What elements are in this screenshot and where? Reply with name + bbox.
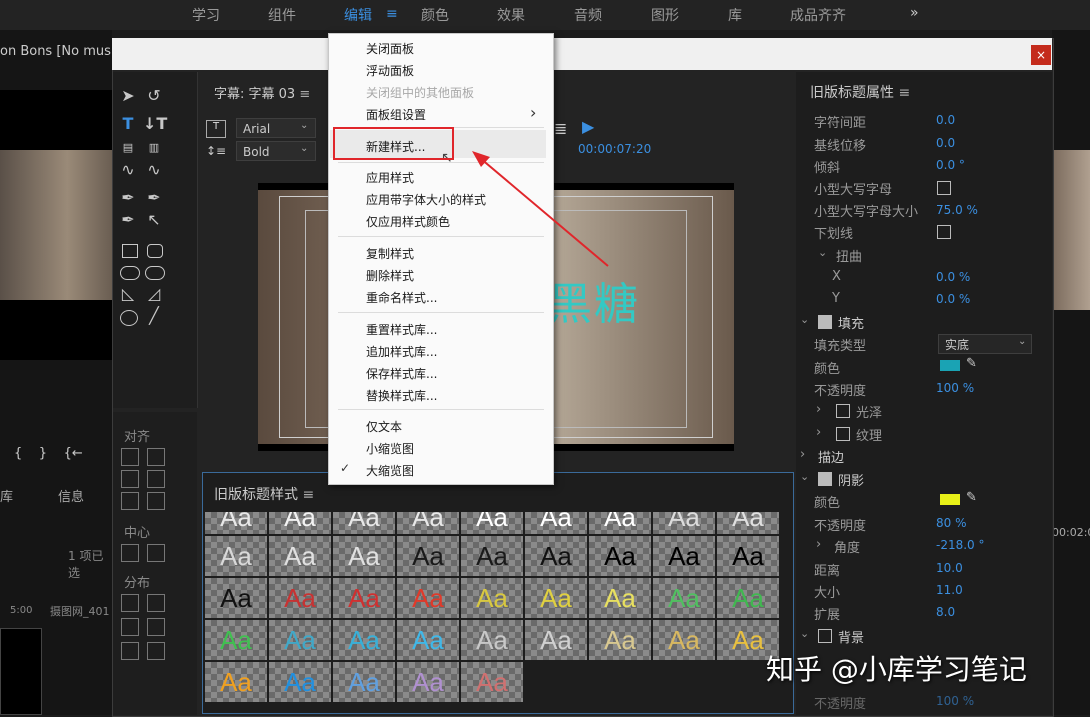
annotation-arrow bbox=[472, 151, 609, 267]
watermark: 知乎 @小库学习笔记 bbox=[766, 653, 1027, 686]
